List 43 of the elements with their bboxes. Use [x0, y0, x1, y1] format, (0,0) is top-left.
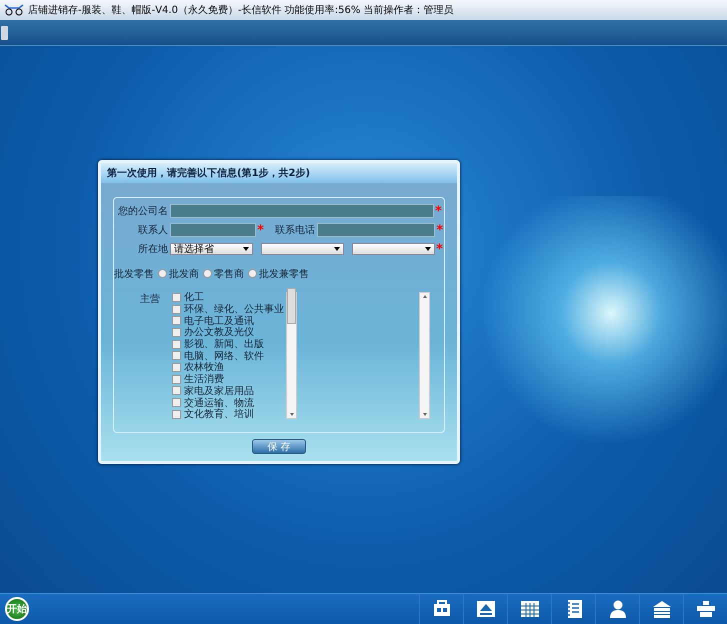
checkbox-option[interactable]: 环保、绿化、公共事业	[172, 303, 286, 315]
dropdown[interactable]	[352, 242, 436, 254]
required-mark: *	[256, 223, 265, 236]
checkbox-option[interactable]: 影视、新闻、出版	[172, 338, 286, 350]
required-mark: *	[435, 223, 444, 236]
dropdown[interactable]	[261, 242, 344, 254]
required-mark: *	[435, 242, 444, 255]
owl-logo-icon	[4, 4, 24, 16]
field-label: 主营	[139, 292, 160, 306]
input-field[interactable]	[170, 222, 256, 236]
field-label: 联系人	[137, 224, 168, 236]
input-field[interactable]	[170, 204, 434, 218]
building-icon[interactable]	[652, 599, 672, 619]
field-label: 联系电话	[274, 224, 315, 236]
checkbox-option[interactable]: 家电及家居用品	[172, 385, 286, 397]
field-label: 批发零售	[114, 268, 154, 280]
checkbox-option[interactable]: 化工	[172, 292, 286, 304]
required-mark: *	[434, 204, 443, 217]
input-field[interactable]	[316, 222, 436, 236]
window-title: 店铺进销存-服装、鞋、帽版-V4.0（永久免费）-长信软件 功能使用率:56% 当前操作者：管理员	[28, 4, 454, 17]
checkbox-option[interactable]: 办公文教及光仪	[172, 326, 286, 338]
dialog-title: 第一次使用，请完善以下信息(第1步，共2步)	[101, 162, 457, 182]
scrollbar[interactable]	[419, 292, 430, 418]
field-label: 您的公司名	[117, 204, 168, 218]
checkbox-option[interactable]: 交通运输、物流	[172, 396, 286, 408]
radio-option[interactable]: 批发商	[158, 266, 199, 280]
checkbox-option[interactable]: 农林牧渔	[172, 362, 286, 374]
checkbox-option[interactable]: 电子电工及通讯	[172, 314, 286, 327]
checkbox-option[interactable]: 生活消费	[172, 373, 286, 385]
dropdown[interactable]: 请选择省	[170, 242, 254, 254]
eject-icon[interactable]	[476, 599, 496, 619]
notebook-icon[interactable]	[564, 599, 584, 619]
radio-option[interactable]: 零售商	[203, 266, 244, 280]
user-icon[interactable]	[608, 599, 628, 619]
toolbar-handle[interactable]	[1, 26, 8, 40]
case-icon[interactable]	[432, 599, 452, 619]
field-label: 所在地	[137, 242, 168, 256]
start-button[interactable]: 开始	[5, 597, 29, 621]
radio-option[interactable]: 批发兼零售	[248, 266, 309, 280]
checkbox-option[interactable]: 文化教育、培训	[172, 408, 286, 420]
blocks-icon[interactable]	[696, 599, 716, 619]
calendar-icon[interactable]	[520, 599, 540, 619]
checkbox-option[interactable]: 电脑、网络、软件	[172, 350, 286, 362]
